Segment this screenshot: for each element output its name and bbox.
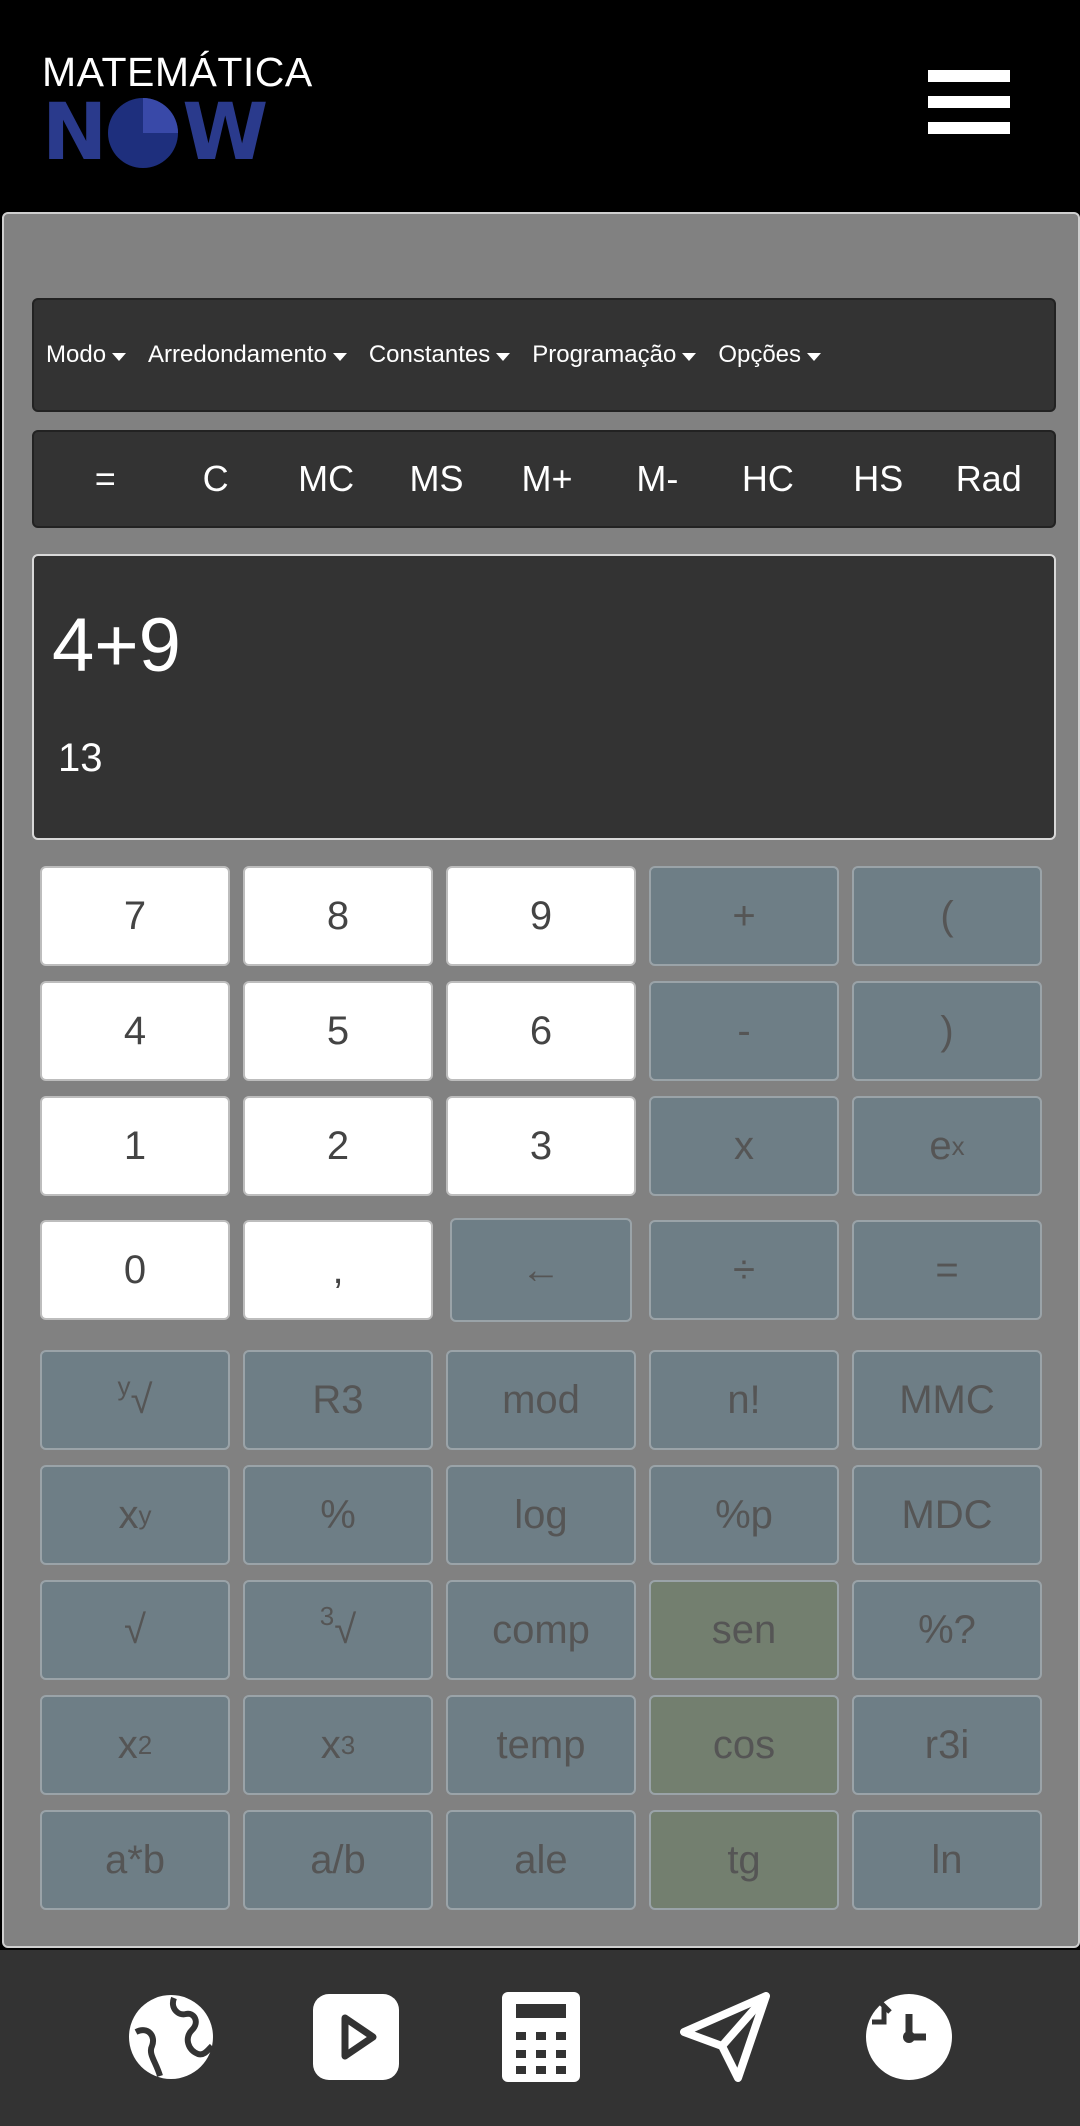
key-sen[interactable]: sen bbox=[649, 1580, 839, 1680]
key-8[interactable]: 8 bbox=[243, 866, 433, 966]
key-3[interactable]: 3 bbox=[446, 1096, 636, 1196]
key-ln[interactable]: ln bbox=[852, 1810, 1042, 1910]
key-5[interactable]: 5 bbox=[243, 981, 433, 1081]
key-r3i[interactable]: r3i bbox=[852, 1695, 1042, 1795]
key-ale[interactable]: ale bbox=[446, 1810, 636, 1910]
key-cube[interactable]: x3 bbox=[243, 1695, 433, 1795]
key-power[interactable]: xy bbox=[40, 1465, 230, 1565]
app-header: MATEMÁTICA NW bbox=[0, 0, 1080, 212]
key-percent-p[interactable]: %p bbox=[649, 1465, 839, 1565]
key-percent[interactable]: % bbox=[243, 1465, 433, 1565]
send-icon[interactable] bbox=[678, 1992, 770, 2082]
mem-mminus-button[interactable]: M- bbox=[602, 458, 712, 500]
matematica-now-logo[interactable]: MATEMÁTICA NW bbox=[42, 50, 312, 172]
mem-hc-button[interactable]: HC bbox=[713, 458, 823, 500]
hamburger-menu-icon[interactable] bbox=[928, 70, 1010, 140]
mem-rad-button[interactable]: Rad bbox=[934, 458, 1044, 500]
key-square[interactable]: x2 bbox=[40, 1695, 230, 1795]
calculator-panel: Modo Arredondamento Constantes Programaç… bbox=[2, 212, 1080, 1948]
key-7[interactable]: 7 bbox=[40, 866, 230, 966]
menu-opcoes[interactable]: Opções bbox=[718, 341, 822, 369]
mem-mplus-button[interactable]: M+ bbox=[492, 458, 602, 500]
calculator-icon[interactable] bbox=[498, 1992, 588, 2082]
mem-hs-button[interactable]: HS bbox=[823, 458, 933, 500]
key-equals[interactable]: = bbox=[852, 1220, 1042, 1320]
menu-programacao[interactable]: Programação bbox=[532, 341, 697, 369]
key-mmc[interactable]: MMC bbox=[852, 1350, 1042, 1450]
key-1[interactable]: 1 bbox=[40, 1096, 230, 1196]
key-plus[interactable]: + bbox=[649, 866, 839, 966]
mem-equals-button[interactable]: = bbox=[50, 458, 160, 500]
key-divide[interactable]: ÷ bbox=[649, 1220, 839, 1320]
key-9[interactable]: 9 bbox=[446, 866, 636, 966]
key-mod[interactable]: mod bbox=[446, 1350, 636, 1450]
expression-text: 4+9 bbox=[52, 603, 181, 688]
key-comp[interactable]: comp bbox=[446, 1580, 636, 1680]
menu-modo[interactable]: Modo bbox=[46, 341, 127, 369]
key-temp[interactable]: temp bbox=[446, 1695, 636, 1795]
key-4[interactable]: 4 bbox=[40, 981, 230, 1081]
caret-down-icon bbox=[496, 353, 511, 361]
bottom-navigation bbox=[0, 1950, 1080, 2126]
play-icon[interactable] bbox=[311, 1992, 401, 2082]
caret-down-icon bbox=[807, 353, 822, 361]
timer-icon[interactable] bbox=[864, 1992, 954, 2082]
key-exp[interactable]: ex bbox=[852, 1096, 1042, 1196]
key-0[interactable]: 0 bbox=[40, 1220, 230, 1320]
memory-bar: = C MC MS M+ M- HC HS Rad bbox=[32, 430, 1056, 528]
key-mdc[interactable]: MDC bbox=[852, 1465, 1042, 1565]
mem-clear-button[interactable]: C bbox=[160, 458, 270, 500]
calculator-display[interactable]: 4+9 13 bbox=[32, 554, 1056, 840]
key-multiply[interactable]: x bbox=[649, 1096, 839, 1196]
key-r3[interactable]: R3 bbox=[243, 1350, 433, 1450]
key-comma[interactable]: , bbox=[243, 1220, 433, 1320]
key-right-paren[interactable]: ) bbox=[852, 981, 1042, 1081]
mem-ms-button[interactable]: MS bbox=[381, 458, 491, 500]
caret-down-icon bbox=[112, 353, 127, 361]
globe-icon[interactable] bbox=[126, 1992, 216, 2082]
result-text: 13 bbox=[58, 736, 103, 780]
caret-down-icon bbox=[332, 353, 347, 361]
caret-down-icon bbox=[682, 353, 697, 361]
key-backspace[interactable]: ← bbox=[450, 1218, 632, 1322]
key-factorial[interactable]: n! bbox=[649, 1350, 839, 1450]
key-tg[interactable]: tg bbox=[649, 1810, 839, 1910]
key-cos[interactable]: cos bbox=[649, 1695, 839, 1795]
key-minus[interactable]: - bbox=[649, 981, 839, 1081]
key-left-paren[interactable]: ( bbox=[852, 866, 1042, 966]
key-nth-root[interactable]: y √ bbox=[40, 1350, 230, 1450]
menu-constantes[interactable]: Constantes bbox=[369, 341, 511, 369]
key-2[interactable]: 2 bbox=[243, 1096, 433, 1196]
key-6[interactable]: 6 bbox=[446, 981, 636, 1081]
key-sqrt[interactable]: √ bbox=[40, 1580, 230, 1680]
key-cube-root[interactable]: 3 √ bbox=[243, 1580, 433, 1680]
logo-now-mark: NW bbox=[42, 88, 268, 178]
key-a-times-b[interactable]: a*b bbox=[40, 1810, 230, 1910]
key-a-div-b[interactable]: a/b bbox=[243, 1810, 433, 1910]
key-log[interactable]: log bbox=[446, 1465, 636, 1565]
menu-arredondamento[interactable]: Arredondamento bbox=[148, 341, 347, 369]
key-percent-q[interactable]: %? bbox=[852, 1580, 1042, 1680]
options-menubar: Modo Arredondamento Constantes Programaç… bbox=[32, 298, 1056, 412]
mem-mc-button[interactable]: MC bbox=[271, 458, 381, 500]
